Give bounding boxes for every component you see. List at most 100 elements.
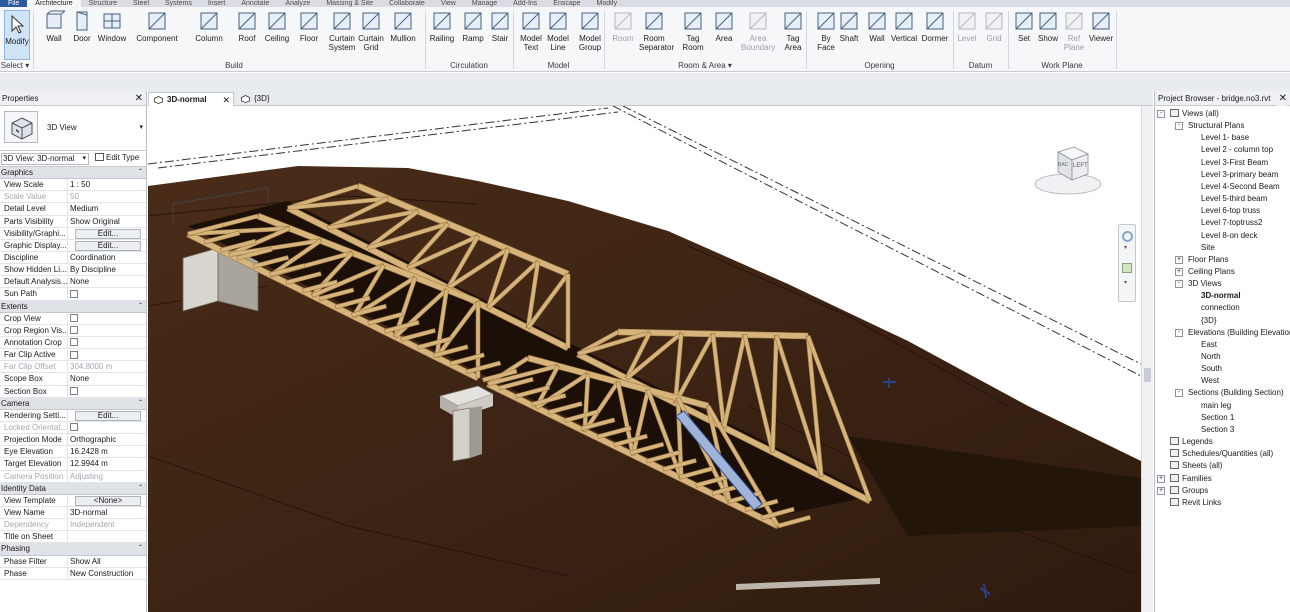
ribbon-button-wall-26[interactable]: Wall — [866, 10, 888, 43]
ribbon-button-roof-6[interactable]: Roof — [236, 10, 258, 43]
property-checkbox[interactable] — [70, 338, 78, 347]
ribbon-button-area-boundary-22[interactable]: Area Boundary — [741, 10, 775, 52]
view-tab-3d-normal[interactable]: 3D-normal ✕ — [148, 92, 234, 106]
ribbon-tab-analyze[interactable]: Analyze — [277, 0, 318, 7]
property-value[interactable]: Medium — [68, 203, 146, 214]
ribbon-tab-manage[interactable]: Manage — [464, 0, 505, 7]
collapse-toggle-icon[interactable]: - — [1157, 110, 1165, 118]
property-section-camera[interactable]: Camera ⌃ — [0, 397, 146, 410]
browser-node-site[interactable]: Site — [1201, 242, 1215, 254]
ribbon-tab-insert[interactable]: Insert — [200, 0, 234, 7]
browser-node-level-3-first-beam[interactable]: Level 3-First Beam — [1201, 157, 1268, 169]
property-value[interactable]: None — [68, 373, 146, 384]
close-icon[interactable]: ✕ — [222, 93, 230, 107]
ribbon-button-ramp-13[interactable]: Ramp — [462, 10, 484, 43]
browser-node-level-8-on-deck[interactable]: Level 8-on deck — [1201, 230, 1257, 242]
property-checkbox[interactable] — [70, 314, 78, 323]
browser-node-level-6-top-truss[interactable]: Level 6-top truss — [1201, 205, 1260, 217]
browser-node-ceiling-plans[interactable]: + Ceiling Plans — [1175, 266, 1235, 278]
zoom-icon[interactable] — [1122, 263, 1132, 273]
property-value[interactable]: 3D-normal — [68, 507, 146, 518]
ribbon-button-vertical-27[interactable]: Vertical — [890, 10, 918, 43]
ribbon-group-room-area[interactable]: Room & Area ▾ — [604, 61, 806, 70]
browser-node-structural-plans[interactable]: - Structural Plans — [1175, 120, 1244, 132]
collapse-toggle-icon[interactable]: - — [1175, 280, 1183, 289]
ribbon-button-mullion-11[interactable]: Mullion — [388, 10, 418, 43]
property-section-identity-data[interactable]: Identity Data ⌃ — [0, 482, 146, 495]
property-section-phasing[interactable]: Phasing ⌃ — [0, 543, 146, 556]
browser-node-north[interactable]: North — [1201, 351, 1221, 363]
ribbon-button-window-3[interactable]: Window — [96, 10, 128, 43]
browser-node-level-5-third-beam[interactable]: Level 5-third beam — [1201, 193, 1267, 205]
collapse-toggle-icon[interactable]: - — [1175, 328, 1183, 337]
property-value[interactable]: Coordination — [68, 252, 146, 263]
collapse-toggle-icon[interactable]: - — [1175, 122, 1183, 131]
browser-node-level-3-primary-beam[interactable]: Level 3-primary beam — [1201, 169, 1278, 181]
ribbon-tab-architecture[interactable]: Architecture — [27, 0, 81, 7]
browser-node-revit-links[interactable]: Revit Links — [1170, 497, 1221, 509]
collapse-icon[interactable]: ⌃ — [138, 543, 143, 554]
browser-node-3d-views[interactable]: -3D Views — [1175, 278, 1222, 290]
browser-node-sections-building-section[interactable]: - Sections (Building Section) — [1175, 387, 1284, 399]
property-value[interactable]: New Construction — [68, 568, 146, 579]
property-value[interactable]: None — [68, 276, 146, 287]
browser-node-3d-normal[interactable]: 3D-normal — [1201, 290, 1241, 302]
ribbon-button-wall-1[interactable]: Wall — [43, 10, 65, 43]
ribbon-button-column-5[interactable]: Column — [193, 10, 225, 43]
browser-node-schedules-quantities-all[interactable]: Schedules/Quantities (all) — [1170, 448, 1273, 460]
collapse-toggle-icon[interactable]: - — [1175, 389, 1183, 398]
browser-node-west[interactable]: West — [1201, 375, 1219, 387]
property-value[interactable]: By Discipline — [68, 264, 146, 275]
expand-toggle-icon[interactable]: + — [1157, 474, 1165, 483]
ribbon-button-room-18[interactable]: Room — [610, 10, 636, 43]
ribbon-button-show-32[interactable]: Show — [1036, 10, 1060, 43]
browser-node-families[interactable]: + Families — [1157, 473, 1212, 485]
chevron-down-icon[interactable]: ▾ — [1124, 279, 1127, 286]
ribbon-tab-steel[interactable]: Steel — [125, 0, 157, 7]
browser-node-main-leg[interactable]: main leg — [1201, 400, 1231, 412]
ribbon-tab-view[interactable]: View — [433, 0, 464, 7]
close-icon[interactable]: ✕ — [1276, 91, 1287, 106]
ribbon-button-ref-plane-33[interactable]: Ref Plane — [1063, 10, 1085, 52]
browser-node-south[interactable]: South — [1201, 363, 1222, 375]
property-section-extents[interactable]: Extents ⌃ — [0, 300, 146, 313]
view-cube-side-label[interactable]: BAC — [1058, 162, 1068, 168]
browser-node-level-4-second-beam[interactable]: Level 4-Second Beam — [1201, 181, 1280, 193]
ribbon-button-model-group-17[interactable]: Model Group — [576, 10, 604, 52]
property-checkbox[interactable] — [70, 326, 78, 335]
ribbon-button-railing-12[interactable]: Railing — [428, 10, 456, 43]
edit-button[interactable]: Edit... — [75, 240, 141, 251]
property-value[interactable]: Show Original — [68, 216, 146, 227]
browser-node-east[interactable]: East — [1201, 339, 1217, 351]
ribbon-tab-add-ins[interactable]: Add-Ins — [505, 0, 545, 7]
ribbon-button-shaft-25[interactable]: Shaft — [838, 10, 860, 43]
ribbon-button-grid-30[interactable]: Grid — [983, 10, 1005, 43]
edit-type-button[interactable]: Edit Type — [95, 153, 139, 163]
ribbon-tab-collaborate[interactable]: Collaborate — [381, 0, 433, 7]
view-cube-face-label[interactable]: LEFT — [1073, 163, 1088, 169]
expand-toggle-icon[interactable]: + — [1175, 255, 1183, 264]
browser-node-connection[interactable]: connection — [1201, 302, 1240, 314]
browser-node-floor-plans[interactable]: + Floor Plans — [1175, 254, 1228, 266]
ribbon-tab-file[interactable]: File — [0, 0, 28, 7]
ribbon-tab-modify[interactable]: Modify — [589, 0, 626, 7]
browser-node-section-3[interactable]: Section 3 — [1201, 424, 1234, 436]
browser-node-level-2-column-top[interactable]: Level 2 - column top — [1201, 144, 1273, 156]
ribbon-button-tag-area-23[interactable]: Tag Area — [780, 10, 806, 52]
browser-node-legends[interactable]: Legends — [1170, 436, 1213, 448]
ribbon-button-curtain-system-9[interactable]: Curtain System — [327, 10, 357, 52]
browser-node-groups[interactable]: + Groups — [1157, 485, 1208, 497]
property-checkbox[interactable] — [70, 350, 78, 359]
property-value[interactable]: Show All — [68, 556, 146, 567]
chevron-down-icon[interactable]: ▾ — [139, 123, 143, 131]
collapse-icon[interactable]: ⌃ — [138, 483, 143, 494]
vertical-scrollbar[interactable] — [1141, 106, 1153, 612]
ribbon-tab-massing-site[interactable]: Massing & Site — [318, 0, 381, 7]
scrollbar-thumb[interactable] — [1144, 368, 1151, 382]
edit-button[interactable]: Edit... — [75, 410, 141, 421]
view-tab-3d[interactable]: {3D} — [236, 92, 286, 106]
browser-node-section-1[interactable]: Section 1 — [1201, 412, 1234, 424]
ribbon-button-level-29[interactable]: Level — [956, 10, 978, 43]
property-checkbox[interactable] — [70, 289, 78, 298]
ribbon-button-viewer-34[interactable]: Viewer — [1087, 10, 1115, 43]
